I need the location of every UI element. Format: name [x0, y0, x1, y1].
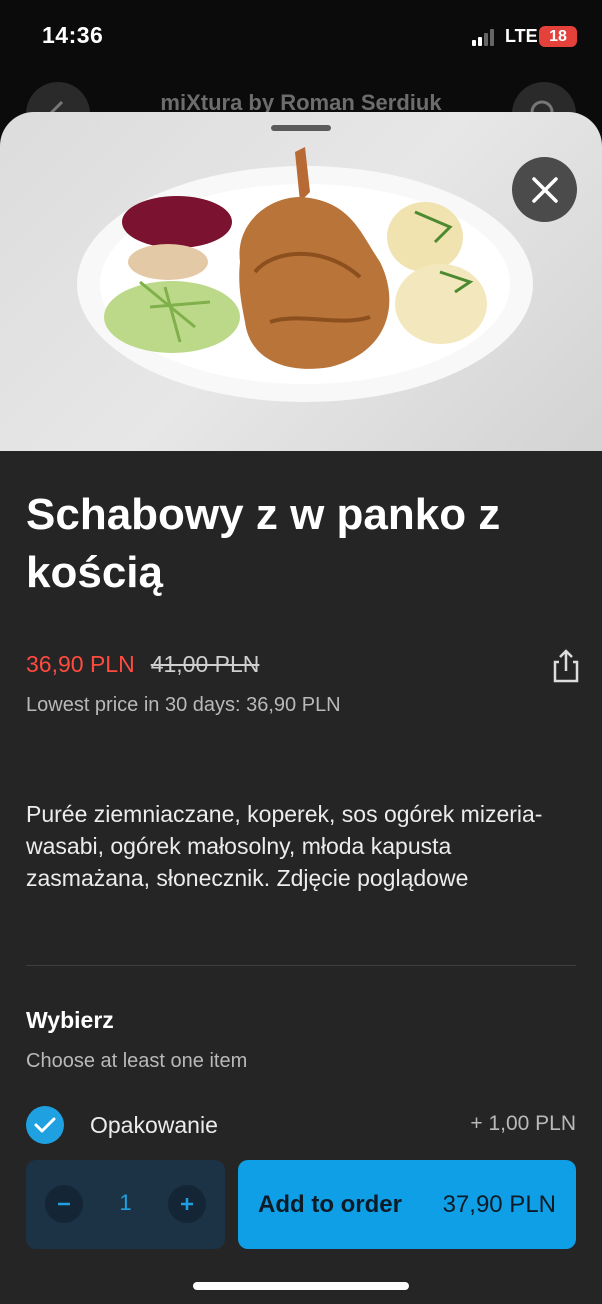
close-icon	[531, 176, 558, 203]
battery-indicator: 18	[539, 26, 577, 47]
sheet-grabber[interactable]	[271, 125, 331, 131]
order-total: 37,90 PLN	[442, 1190, 556, 1218]
product-sheet: Schabowy z w panko z kością 36,90 PLN 41…	[0, 112, 602, 1304]
screen: 14:36 LTE 18 miXtura by Roman Serdiuk Sc…	[0, 0, 602, 1304]
option-opakowanie[interactable]: Opakowanie + 1,00 PLN	[26, 1106, 576, 1146]
divider	[26, 965, 576, 966]
share-button[interactable]	[551, 648, 581, 684]
old-price: 41,00 PLN	[150, 651, 260, 677]
checkmark-icon	[34, 1117, 56, 1133]
close-button[interactable]	[512, 157, 577, 222]
network-type: LTE	[505, 26, 538, 46]
option-label: Opakowanie	[90, 1112, 218, 1138]
options-subtitle: Choose at least one item	[26, 1050, 248, 1072]
lowest-price-note: Lowest price in 30 days: 36,90 PLN	[26, 694, 341, 716]
price-row: 36,90 PLN 41,00 PLN	[26, 651, 259, 681]
product-photo	[0, 112, 602, 451]
cellular-signal-icon	[472, 28, 498, 46]
dish-illustration	[77, 147, 533, 402]
product-description: Purée ziemniaczane, koperek, sos ogórek …	[26, 801, 543, 891]
share-icon	[553, 649, 579, 683]
option-price: + 1,00 PLN	[470, 1112, 576, 1135]
home-indicator[interactable]	[193, 1282, 409, 1290]
options-title: Wybierz	[26, 1007, 114, 1033]
plus-icon	[181, 1198, 193, 1210]
option-checkbox[interactable]	[26, 1106, 64, 1144]
status-time: 14:36	[42, 22, 104, 48]
status-bar: 14:36 LTE 18	[0, 0, 602, 76]
add-to-order-label: Add to order	[258, 1190, 402, 1218]
current-price: 36,90 PLN	[26, 651, 135, 677]
increase-quantity-button[interactable]	[168, 1185, 206, 1223]
quantity-stepper: 1	[26, 1160, 225, 1249]
product-title: Schabowy z w panko z kością	[26, 490, 501, 597]
add-to-order-button[interactable]: Add to order 37,90 PLN	[238, 1160, 576, 1249]
